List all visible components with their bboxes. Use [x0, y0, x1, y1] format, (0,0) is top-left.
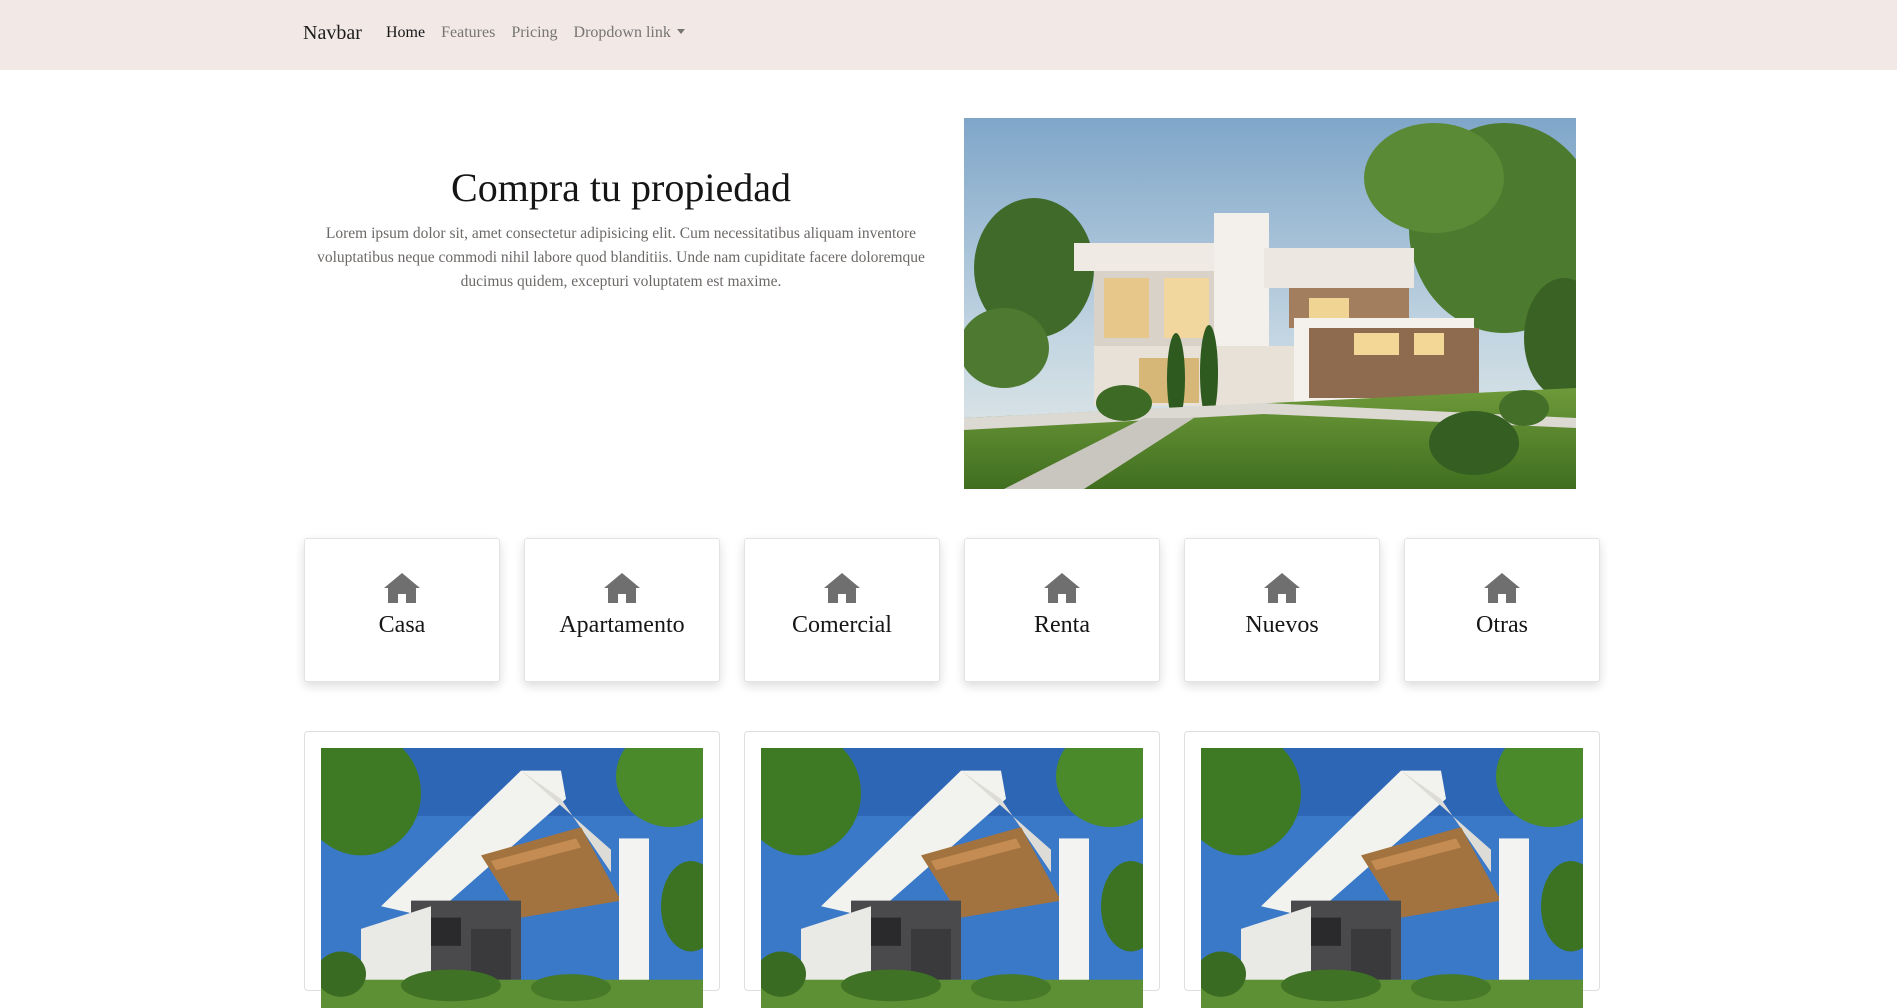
- nav-link-features[interactable]: Features: [441, 24, 495, 41]
- category-card-apartamento[interactable]: Apartamento: [524, 538, 720, 682]
- house-icon: [1044, 573, 1080, 603]
- category-cards: Casa Apartamento Comercial Renta Nuevos …: [304, 538, 1600, 682]
- nav-item-dropdown: Dropdown link: [574, 24, 685, 42]
- category-card-renta[interactable]: Renta: [964, 538, 1160, 682]
- property-image: [321, 748, 703, 1008]
- category-label: Casa: [378, 612, 426, 638]
- hero-description: Lorem ipsum dolor sit, amet consectetur …: [317, 225, 925, 290]
- category-label: Nuevos: [1245, 612, 1319, 638]
- navbar-brand[interactable]: Navbar: [303, 22, 362, 45]
- category-label: Apartamento: [559, 612, 685, 638]
- house-icon: [824, 573, 860, 603]
- navbar: Navbar Home Features Pricing Dropdown li…: [0, 0, 1897, 70]
- nav-link-dropdown[interactable]: Dropdown link: [574, 24, 685, 41]
- chevron-down-icon: [676, 29, 685, 34]
- property-image: [1201, 748, 1583, 1008]
- category-label: Otras: [1476, 612, 1528, 638]
- house-icon: [604, 573, 640, 603]
- category-card-casa[interactable]: Casa: [304, 538, 500, 682]
- property-card[interactable]: [304, 731, 720, 1008]
- nav-links: Home Features Pricing Dropdown link: [386, 24, 685, 42]
- modern-house-photo-icon: [964, 118, 1576, 489]
- property-image: [761, 748, 1143, 1008]
- category-card-otras[interactable]: Otras: [1404, 538, 1600, 682]
- house-icon: [384, 573, 420, 603]
- category-label: Comercial: [792, 612, 892, 638]
- property-card[interactable]: [1184, 731, 1600, 1008]
- nav-item-home: Home: [386, 24, 425, 42]
- nav-item-features: Features: [441, 24, 495, 42]
- category-card-nuevos[interactable]: Nuevos: [1184, 538, 1380, 682]
- dropdown-label: Dropdown link: [573, 24, 671, 41]
- hero-title: Compra tu propiedad: [451, 165, 791, 210]
- modern-house-photo-icon: [321, 748, 703, 1008]
- modern-house-photo-icon: [1201, 748, 1583, 1008]
- modern-house-photo-icon: [761, 748, 1143, 1008]
- category-card-comercial[interactable]: Comercial: [744, 538, 940, 682]
- house-icon: [1264, 573, 1300, 603]
- nav-link-pricing[interactable]: Pricing: [511, 24, 557, 41]
- house-icon: [1484, 573, 1520, 603]
- category-label: Renta: [1034, 612, 1090, 638]
- hero-image: [964, 118, 1576, 489]
- nav-item-pricing: Pricing: [511, 24, 557, 42]
- property-card[interactable]: [744, 731, 1160, 1008]
- nav-link-home[interactable]: Home: [386, 24, 425, 41]
